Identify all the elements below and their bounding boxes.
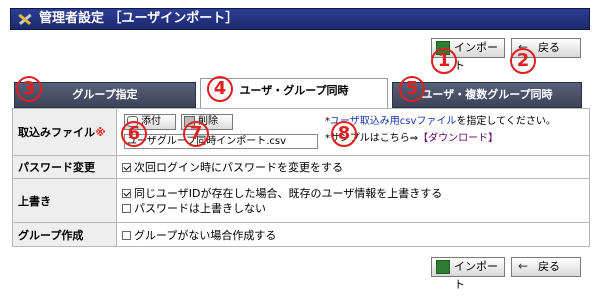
- overwrite-user-checkbox[interactable]: [122, 188, 131, 198]
- file-instruction: *ユーザ取込み用csvファイルを指定してください。: [325, 116, 556, 127]
- marker-5: 5: [399, 76, 425, 102]
- attached-file-name: ユーザグループ同時インポート.csv: [124, 134, 318, 149]
- marker-4: 4: [207, 76, 233, 102]
- marker-8: 8: [331, 121, 357, 147]
- marker-6: 6: [121, 121, 147, 147]
- back-button-bottom[interactable]: ← 戻る: [511, 257, 581, 277]
- marker-2: 2: [510, 48, 536, 74]
- password-change-checkbox[interactable]: [122, 163, 131, 172]
- title-bar: 管理者設定 ［ユーザインポート］: [10, 8, 590, 30]
- password-change-label: パスワード変更: [12, 155, 117, 179]
- excel-import-icon: [436, 260, 450, 274]
- overwrite-label: 上書き: [12, 178, 117, 223]
- marker-3: 3: [16, 76, 42, 102]
- user-import-page: 管理者設定 ［ユーザインポート］ インポート ← 戻る グループ指定 ユーザ・グ…: [0, 0, 600, 306]
- page-title: 管理者設定 ［ユーザインポート］: [39, 11, 239, 26]
- group-create-label: グループ作成: [12, 222, 117, 247]
- marker-7: 7: [183, 121, 209, 147]
- file-label: 取込みファイル※: [12, 108, 117, 156]
- group-create-checkbox[interactable]: [122, 230, 131, 240]
- keep-password-checkbox[interactable]: [122, 203, 131, 213]
- download-link[interactable]: 【ダウンロード】: [418, 133, 498, 144]
- back-arrow-icon: ←: [517, 259, 529, 273]
- import-button-bottom[interactable]: インポート: [431, 257, 505, 291]
- marker-1: 1: [431, 48, 457, 74]
- tools-icon: [18, 13, 32, 26]
